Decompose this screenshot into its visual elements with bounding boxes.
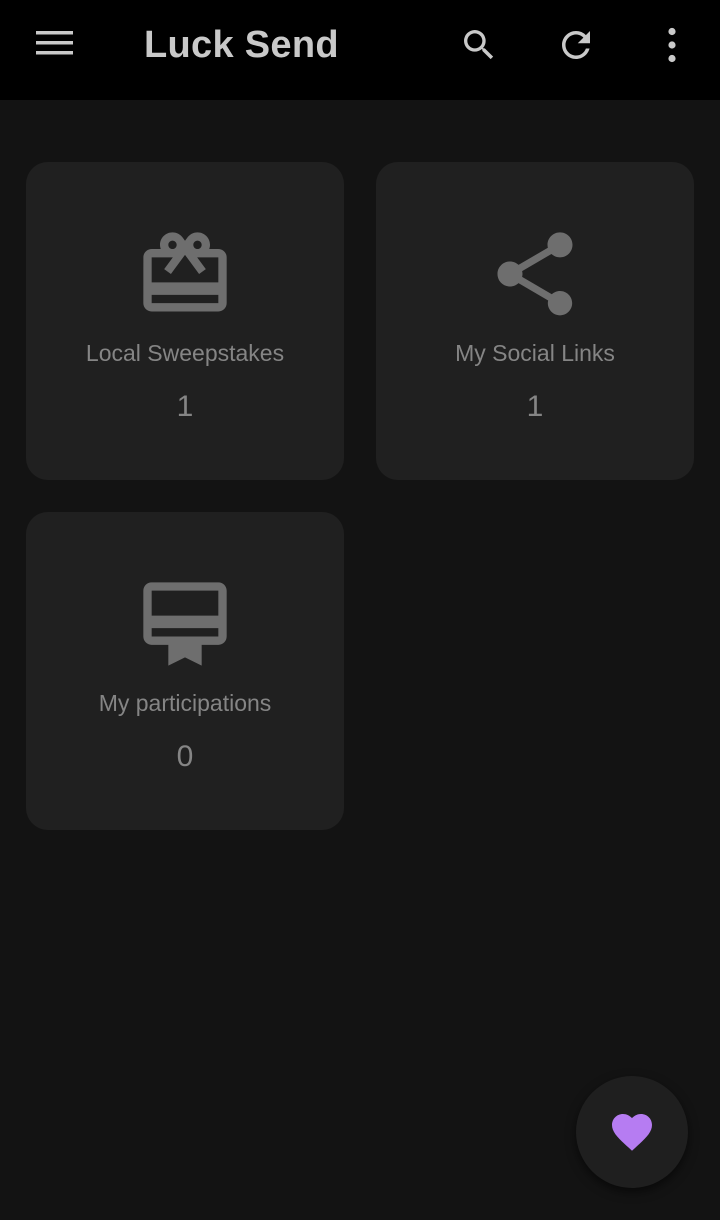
card-count: 1 [526, 390, 544, 423]
more-options-button[interactable] [644, 20, 700, 70]
search-icon [464, 30, 494, 60]
card-label: My Social Links [455, 340, 615, 366]
gift-card-icon [135, 224, 235, 324]
refresh-icon [562, 30, 590, 59]
menu-button[interactable] [22, 20, 90, 70]
share-icon [485, 224, 585, 324]
card-label: My participations [98, 690, 272, 716]
search-button[interactable] [451, 20, 507, 70]
heart-icon [612, 1114, 652, 1151]
local-sweepstakes-card[interactable]: Local Sweepstakes 1 [26, 162, 344, 480]
card-count: 0 [176, 740, 194, 773]
app-title: Luck Send [144, 24, 339, 66]
my-participations-card[interactable]: My participations 0 [26, 512, 344, 830]
favorite-fab-button[interactable] [576, 1076, 688, 1188]
refresh-button[interactable] [548, 20, 604, 70]
more-vert-icon [668, 27, 676, 63]
card-count: 1 [176, 390, 194, 423]
app-bar: Luck Send [0, 0, 720, 100]
my-social-links-card[interactable]: My Social Links 1 [376, 162, 694, 480]
menu-icon [36, 31, 73, 55]
card-membership-icon [135, 574, 235, 674]
card-label: Local Sweepstakes [85, 340, 285, 366]
